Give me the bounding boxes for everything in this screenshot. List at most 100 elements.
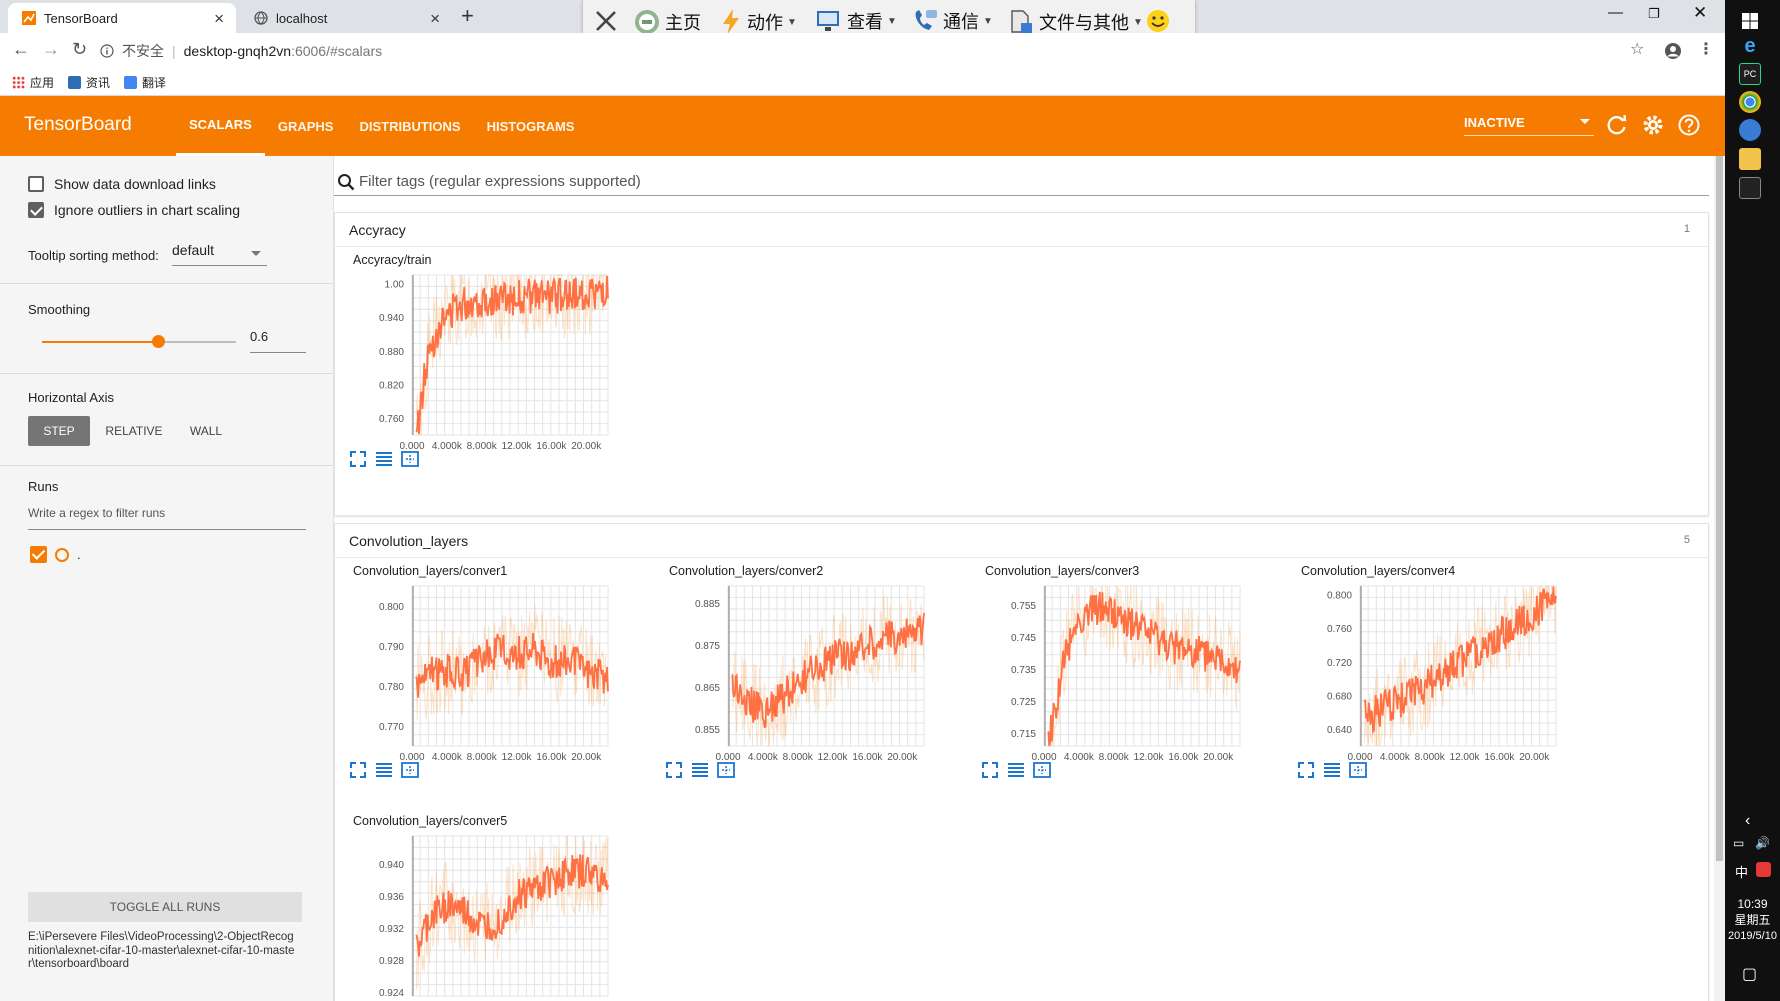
- data-series-list-icon[interactable]: [690, 760, 710, 780]
- fit-domain-icon[interactable]: [1348, 760, 1368, 780]
- gear-icon[interactable]: [1640, 112, 1666, 138]
- chart-svg[interactable]: 0.8850.8750.8650.8550.000 4.000k 8.000k 12.…: [650, 554, 950, 764]
- terminal-icon[interactable]: [1739, 177, 1761, 199]
- remote-files-button[interactable]: 文件与其他 ▼: [1007, 8, 1143, 36]
- chrome-icon[interactable]: [1739, 91, 1761, 113]
- tab-scalars[interactable]: SCALARS: [176, 96, 265, 156]
- expand-icon[interactable]: [664, 760, 684, 780]
- fit-domain-icon[interactable]: [400, 760, 420, 780]
- tooltip-sorting-select[interactable]: default: [172, 242, 267, 266]
- remote-action-button[interactable]: 动作 ▼: [721, 8, 797, 36]
- folder-icon[interactable]: [1739, 148, 1761, 170]
- expand-icon[interactable]: [1296, 760, 1316, 780]
- chart-card-conver5: Convolution_layers/conver5 0.940 0.936 0.93…: [334, 804, 646, 1001]
- data-series-list-icon[interactable]: [1322, 760, 1342, 780]
- chart-svg[interactable]: 1.000.9400.8800.8200.7600.000 4.000k 8.000…: [334, 243, 634, 453]
- close-tab-icon[interactable]: ×: [214, 9, 224, 29]
- toggle-all-runs-button[interactable]: TOGGLE ALL RUNS: [28, 892, 302, 922]
- edge-icon[interactable]: e: [1739, 35, 1761, 57]
- bookmark-translate[interactable]: 翻译: [124, 74, 166, 91]
- ignore-outliers-checkbox[interactable]: Ignore outliers in chart scaling: [28, 202, 240, 218]
- y-tick-label: 0.760: [1327, 624, 1352, 635]
- data-series-list-icon[interactable]: [374, 449, 394, 469]
- chart-svg[interactable]: 0.7550.7450.7350.7250.7150.000 4.000k 8.00…: [966, 554, 1266, 764]
- tag-filter-input[interactable]: Filter tags (regular expressions support…: [334, 168, 1709, 196]
- fit-domain-icon[interactable]: [400, 449, 420, 469]
- url-field[interactable]: 不安全 | desktop-gnqh2vn:6006/#scalars: [100, 37, 1650, 65]
- bookmark-apps[interactable]: 应用: [12, 74, 54, 91]
- y-tick-label: 0.932: [379, 924, 404, 935]
- remote-communicate-button[interactable]: 通信 ▼: [911, 8, 993, 34]
- axis-wall-button[interactable]: WALL: [178, 416, 234, 446]
- run-checkbox[interactable]: [30, 546, 47, 563]
- tensorboard-header: TensorBoard SCALARS GRAPHS DISTRIBUTIONS…: [0, 96, 1725, 156]
- notification-icon[interactable]: ▢: [1742, 964, 1757, 984]
- chart-card-conver3: Convolution_layers/conver3 0.755 0.745 0.73…: [966, 554, 1278, 794]
- tab-distributions[interactable]: DISTRIBUTIONS: [346, 96, 473, 156]
- remote-home-button[interactable]: 主页: [633, 8, 701, 36]
- run-color-radio[interactable]: [55, 547, 69, 562]
- bookmark-star-icon[interactable]: ☆: [1630, 39, 1644, 59]
- smoothing-value-input[interactable]: 0.6: [250, 329, 306, 353]
- y-tick-label: 0.800: [1327, 590, 1352, 601]
- restore-icon[interactable]: ❐: [1648, 6, 1660, 22]
- run-item[interactable]: .: [30, 546, 81, 563]
- expand-icon[interactable]: [348, 449, 368, 469]
- remote-view-button[interactable]: 查看 ▼: [815, 8, 897, 34]
- network-icon[interactable]: ▭: [1733, 836, 1744, 850]
- menu-kebab-icon[interactable]: ⋮: [1698, 39, 1714, 59]
- account-icon[interactable]: [1664, 42, 1682, 60]
- volume-icon[interactable]: 🔊: [1755, 836, 1770, 850]
- help-icon[interactable]: [1676, 112, 1702, 138]
- minimize-icon[interactable]: —: [1608, 4, 1623, 21]
- axis-relative-button[interactable]: RELATIVE: [96, 416, 172, 446]
- show-download-links-checkbox[interactable]: Show data download links: [28, 176, 216, 192]
- tensorboard-brand: TensorBoard: [24, 114, 132, 135]
- tab-histograms[interactable]: HISTOGRAMS: [474, 96, 588, 156]
- data-series-list-icon[interactable]: [1006, 760, 1026, 780]
- smoothing-slider[interactable]: [42, 335, 236, 348]
- back-icon[interactable]: ←: [12, 39, 30, 60]
- data-series-list-icon[interactable]: [374, 760, 394, 780]
- refresh-icon[interactable]: [1604, 112, 1630, 138]
- ime-indicator[interactable]: 中: [1735, 862, 1748, 881]
- windows-start-icon[interactable]: [1739, 10, 1761, 32]
- page-scrollbar[interactable]: [1714, 156, 1725, 1001]
- fit-domain-icon[interactable]: [1032, 760, 1052, 780]
- tab-tensorboard[interactable]: TensorBoard ×: [8, 3, 236, 33]
- remote-feedback-button[interactable]: [1145, 8, 1171, 34]
- expand-icon[interactable]: [980, 760, 1000, 780]
- axis-step-button[interactable]: STEP: [28, 416, 90, 446]
- category-header[interactable]: Convolution_layers 5: [335, 524, 1708, 558]
- reload-icon[interactable]: ↻: [72, 39, 87, 60]
- remote-close-icon[interactable]: [593, 8, 619, 34]
- y-tick-label: 0.855: [695, 725, 720, 736]
- tab-graphs[interactable]: GRAPHS: [265, 96, 347, 156]
- close-tab-icon[interactable]: ×: [430, 9, 440, 29]
- runs-filter-input[interactable]: Write a regex to filter runs: [28, 506, 306, 530]
- bookmark-news[interactable]: 资讯: [68, 74, 110, 91]
- checkbox-label: Show data download links: [54, 176, 216, 192]
- inactive-dashboards-dropdown[interactable]: INACTIVE: [1464, 110, 1594, 136]
- chevron-left-icon[interactable]: ‹: [1745, 812, 1750, 830]
- close-window-icon[interactable]: ✕: [1693, 3, 1707, 23]
- taskbar-clock[interactable]: 10:39 星期五 2019/5/10: [1725, 896, 1780, 944]
- teamviewer-icon[interactable]: [1739, 119, 1761, 141]
- chart-svg[interactable]: 0.8000.7600.7200.6800.6400.000 4.000k 8.00…: [1282, 554, 1582, 764]
- y-tick-label: 0.940: [379, 313, 404, 324]
- pycharm-icon[interactable]: PC: [1739, 63, 1761, 85]
- tooltip-sorting-label: Tooltip sorting method:: [28, 248, 159, 263]
- scrollbar-thumb[interactable]: [1716, 156, 1723, 861]
- category-count: 5: [1683, 534, 1690, 546]
- forward-icon[interactable]: →: [42, 39, 60, 60]
- category-header[interactable]: Accyracy 1: [335, 213, 1708, 247]
- chart-svg[interactable]: 0.8000.7900.7800.7700.000 4.000k 8.000k 12.…: [334, 554, 634, 764]
- expand-icon[interactable]: [348, 760, 368, 780]
- file-transfer-icon: [1011, 10, 1032, 33]
- fit-domain-icon[interactable]: [716, 760, 736, 780]
- chart-svg[interactable]: 0.9400.9360.9320.9280.9240.0004.000k8.00…: [334, 804, 634, 1001]
- tab-localhost[interactable]: localhost ×: [240, 3, 452, 33]
- new-tab-icon[interactable]: +: [461, 3, 474, 29]
- sogou-ime-icon[interactable]: [1756, 862, 1771, 877]
- chart-card-conver4: Convolution_layers/conver4 0.800 0.760 0.72…: [1282, 554, 1594, 794]
